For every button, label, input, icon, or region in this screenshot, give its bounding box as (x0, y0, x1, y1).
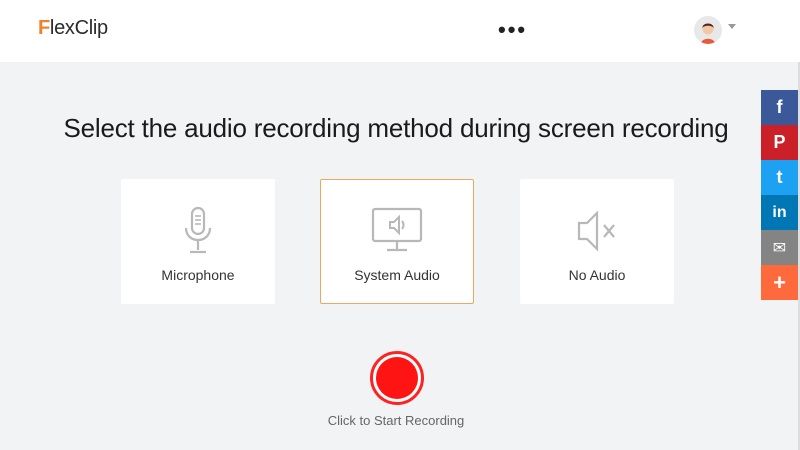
user-avatar[interactable] (694, 16, 722, 44)
pinterest-share-button[interactable]: P (761, 125, 798, 160)
avatar-icon (694, 16, 722, 44)
option-microphone[interactable]: Microphone (121, 179, 275, 304)
option-label: Microphone (161, 267, 235, 283)
more-menu-button[interactable]: ••• (498, 19, 527, 41)
flexclip-logo[interactable]: F lexClip (38, 17, 108, 40)
top-header: F lexClip ••• (0, 0, 800, 62)
logo-mark: F (38, 17, 50, 39)
microphone-icon (184, 206, 212, 254)
linkedin-share-button[interactable]: in (761, 195, 798, 230)
pinterest-icon: P (773, 132, 786, 152)
option-no-audio[interactable]: No Audio (520, 179, 674, 304)
logo-text: lexClip (49, 17, 108, 39)
page-title: Select the audio recording method during… (63, 113, 729, 143)
record-dot-icon (376, 357, 418, 399)
record-hint: Click to Start Recording (327, 413, 465, 428)
twitter-share-button[interactable]: t (761, 160, 798, 195)
system-audio-icon (371, 207, 423, 252)
twitter-icon: t (776, 167, 783, 187)
facebook-share-button[interactable]: f (761, 90, 798, 125)
email-icon: ✉ (772, 239, 787, 257)
email-share-button[interactable]: ✉ (761, 230, 798, 265)
option-system-audio[interactable]: System Audio (320, 179, 474, 304)
start-recording-button[interactable] (370, 351, 424, 405)
option-label: System Audio (354, 267, 440, 283)
option-label: No Audio (568, 267, 626, 283)
social-share-bar: f P t in ✉ + (761, 90, 798, 300)
linkedin-icon: in (772, 203, 787, 221)
facebook-icon: f (776, 97, 783, 117)
mute-icon (577, 210, 615, 252)
more-share-button[interactable]: + (761, 265, 798, 300)
plus-icon: + (773, 269, 786, 295)
chevron-down-icon[interactable] (728, 24, 736, 29)
